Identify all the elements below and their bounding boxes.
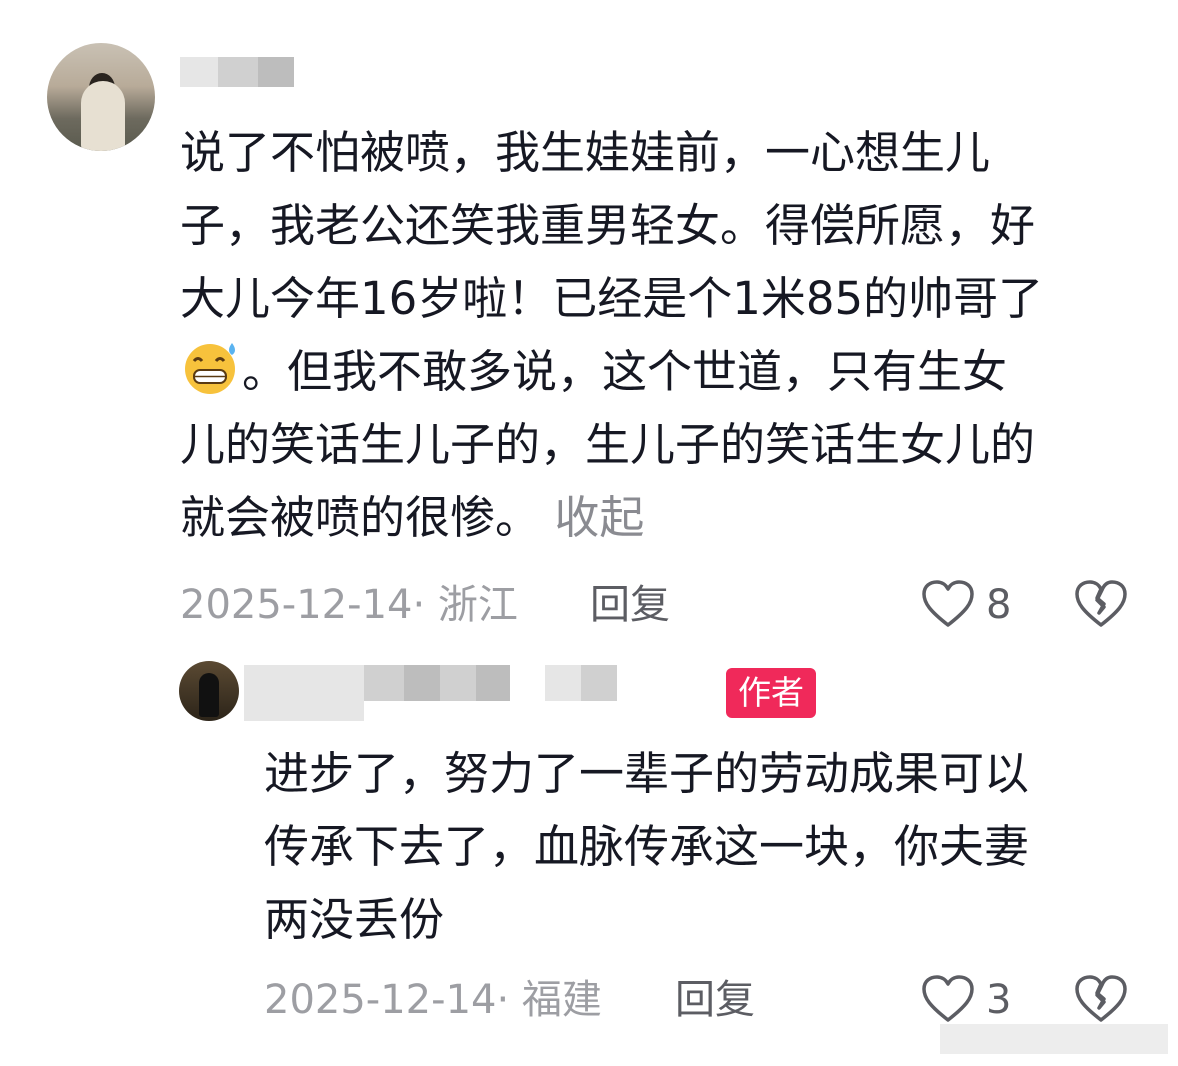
comment-line: 说了不怕被喷，我生娃娃前，一心想生儿 bbox=[180, 126, 991, 179]
collapse-link[interactable]: 收起 bbox=[554, 491, 644, 544]
grinning-sweat-emoji-icon bbox=[180, 339, 242, 416]
broken-heart-outline-icon[interactable] bbox=[1073, 973, 1129, 1029]
author-badge: 作者 bbox=[726, 668, 816, 718]
avatar-figure-body bbox=[81, 81, 125, 151]
reply-button[interactable]: 回复 bbox=[590, 580, 670, 630]
reply-line: 两没丢份 bbox=[264, 893, 445, 946]
broken-heart-outline-icon[interactable] bbox=[1073, 578, 1129, 634]
comment-line: 就会被喷的很惨。 bbox=[180, 491, 541, 544]
avatar-figure bbox=[199, 673, 219, 717]
username-redacted[interactable] bbox=[404, 665, 440, 701]
reply-line: 进步了，努力了一辈子的劳动成果可以 bbox=[264, 747, 1030, 800]
username-redacted[interactable] bbox=[545, 665, 581, 701]
reply-date-location: 2025-12-14· 福建 bbox=[264, 977, 602, 1023]
avatar[interactable] bbox=[47, 43, 155, 151]
heart-outline-icon[interactable] bbox=[920, 578, 976, 634]
comment-line-with-emoji: 。但我不敢多说，这个世道，只有生女 bbox=[180, 335, 1007, 416]
comment-line: 。但我不敢多说，这个世道，只有生女 bbox=[242, 345, 1008, 398]
username-redacted[interactable] bbox=[244, 665, 364, 721]
username-redacted[interactable] bbox=[476, 665, 510, 701]
username-redacted[interactable] bbox=[180, 57, 218, 87]
username-redacted[interactable] bbox=[218, 57, 258, 87]
heart-outline-icon[interactable] bbox=[920, 973, 976, 1029]
watermark-redacted bbox=[940, 1024, 1168, 1054]
username-redacted[interactable] bbox=[440, 665, 476, 701]
like-count: 8 bbox=[986, 582, 1012, 628]
username-redacted[interactable] bbox=[258, 57, 294, 87]
avatar[interactable] bbox=[179, 661, 239, 721]
reply-line: 传承下去了，血脉传承这一块，你夫妻 bbox=[264, 820, 1030, 873]
username-redacted[interactable] bbox=[364, 665, 404, 701]
comment-line: 大儿今年16岁啦！已经是个1米85的帅哥了 bbox=[180, 272, 1044, 325]
comment-date-location: 2025-12-14· 浙江 bbox=[180, 582, 518, 628]
comment-line: 子，我老公还笑我重男轻女。得偿所愿，好 bbox=[180, 199, 1036, 252]
comment-line: 儿的笑话生儿子的，生儿子的笑话生女儿的 bbox=[180, 418, 1036, 471]
comment-line-last: 就会被喷的很惨。 收起 bbox=[180, 481, 644, 554]
like-count: 3 bbox=[986, 977, 1012, 1023]
username-redacted[interactable] bbox=[581, 665, 617, 701]
reply-button[interactable]: 回复 bbox=[675, 975, 755, 1025]
